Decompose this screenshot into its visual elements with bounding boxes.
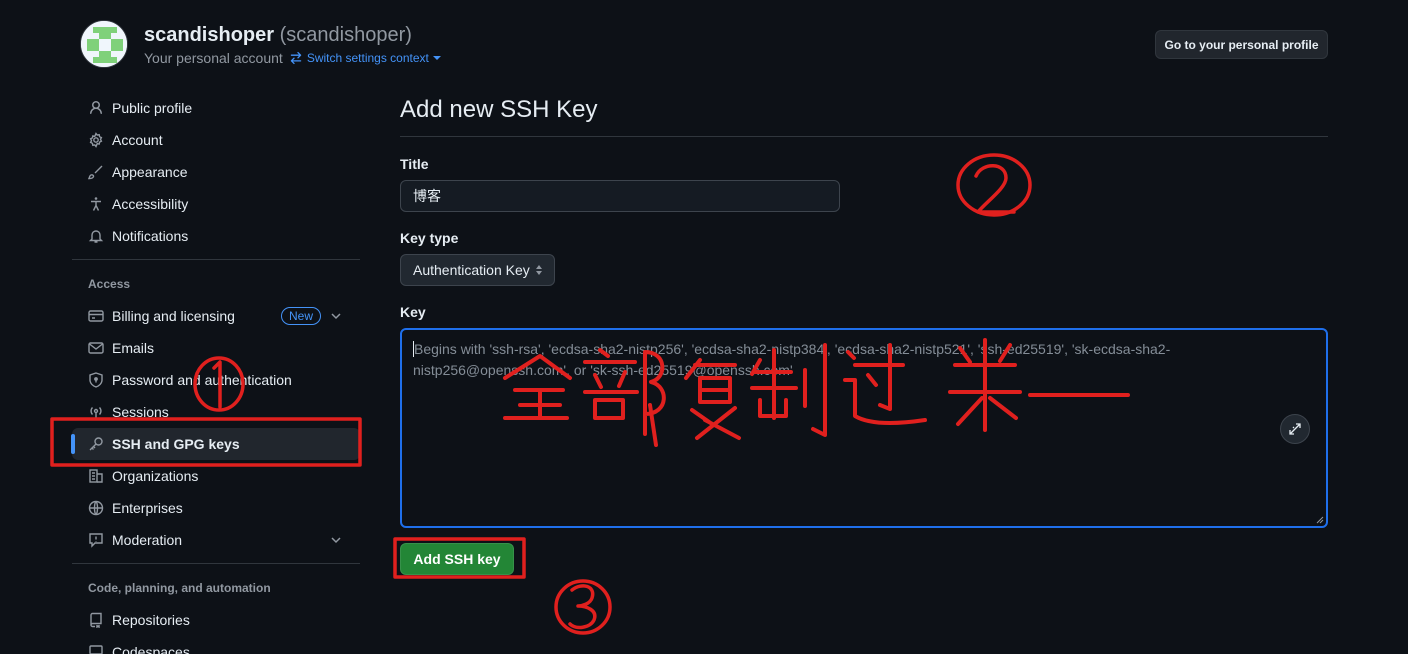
key-type-value: Authentication Key [413,262,530,278]
sidebar-divider [72,563,360,564]
sidebar-item-label: Moderation [112,532,183,548]
sidebar-item-label: Billing and licensing [112,308,235,324]
sidebar-item-label: Public profile [112,100,193,116]
sidebar-item-label: Sessions [112,404,169,420]
settings-sidebar: Public profile Account Appearance Access… [71,92,360,654]
mail-icon [88,340,104,356]
shield-lock-icon [88,372,104,388]
key-label: Key [400,304,426,320]
display-name: scandishoper [144,24,275,46]
chevron-down-icon[interactable] [330,534,342,546]
select-arrows-icon [536,265,542,275]
add-ssh-key-form: Add new SSH Key Title 博客 Key type Authen… [400,96,1328,575]
sidebar-item-label: Accessibility [112,196,189,212]
sidebar-item-label: Notifications [112,228,189,244]
marker-three-drawing [554,579,612,635]
sidebar-item-label: Codespaces [112,644,190,654]
marker-two-drawing [956,153,1032,217]
sidebar-divider [72,259,360,260]
key-icon [88,436,104,452]
sidebar-item-repositories[interactable]: Repositories [72,604,360,636]
avatar[interactable] [80,20,128,68]
sidebar-item-password[interactable]: Password and authentication [72,364,360,396]
sidebar-item-sessions[interactable]: Sessions [72,396,360,428]
sidebar-item-organizations[interactable]: Organizations [72,460,360,492]
account-subtitle: Your personal account Switch settings co… [144,50,441,66]
sidebar-item-label: Password and authentication [112,372,292,388]
gear-icon [88,132,104,148]
sidebar-item-notifications[interactable]: Notifications [72,220,360,252]
title-divider [400,136,1328,137]
title-input[interactable]: 博客 [400,180,840,212]
sidebar-item-codespaces[interactable]: Codespaces [72,636,360,654]
resize-grip-icon[interactable] [1316,516,1324,524]
sidebar-item-enterprises[interactable]: Enterprises [72,492,360,524]
sidebar-item-label: Account [112,132,163,148]
repo-icon [88,612,104,628]
switch-context-link[interactable]: Switch settings context [289,51,441,65]
globe-icon [88,500,104,516]
arrow-switch-icon [290,51,302,65]
switch-context-label: Switch settings context [306,51,429,65]
sidebar-item-account[interactable]: Account [72,124,360,156]
bell-icon [88,228,104,244]
fullscreen-button[interactable] [1280,414,1310,444]
key-textarea[interactable]: Begins with 'ssh-rsa', 'ecdsa-sha2-nistp… [400,328,1328,528]
add-ssh-key-button[interactable]: Add SSH key [400,543,514,575]
broadcast-icon [88,404,104,420]
sidebar-item-emails[interactable]: Emails [72,332,360,364]
key-placeholder: Begins with 'ssh-rsa', 'ecdsa-sha2-nistp… [413,341,1171,378]
sidebar-item-moderation[interactable]: Moderation [72,524,360,556]
new-badge: New [281,307,322,325]
sidebar-item-public-profile[interactable]: Public profile [72,92,360,124]
key-type-label: Key type [400,230,459,246]
page-title: Add new SSH Key [400,96,598,123]
sidebar-item-label: Emails [112,340,155,356]
report-icon [88,532,104,548]
codespaces-icon [88,644,104,654]
go-to-profile-button[interactable]: Go to your personal profile [1155,30,1328,59]
sidebar-heading-code: Code, planning, and automation [88,581,271,595]
accessibility-icon [88,196,104,212]
title-input-value: 博客 [413,188,441,204]
sidebar-item-appearance[interactable]: Appearance [72,156,360,188]
sidebar-heading-access: Access [88,277,131,291]
expand-icon [1289,423,1301,435]
sidebar-item-billing[interactable]: Billing and licensing New [72,300,360,332]
account-type: Your personal account [144,50,283,66]
caret-down-icon [432,56,441,60]
sidebar-item-label: Repositories [112,612,190,628]
sidebar-item-label: Enterprises [112,500,183,516]
account-name: scandishoper (scandishoper) [144,24,412,47]
organization-icon [88,468,104,484]
sidebar-item-accessibility[interactable]: Accessibility [72,188,360,220]
sidebar-item-label: SSH and GPG keys [112,436,240,452]
sidebar-item-label: Appearance [112,164,188,180]
title-label: Title [400,156,429,172]
paintbrush-icon [88,164,104,180]
credit-card-icon [88,308,104,324]
sidebar-item-ssh-gpg-keys[interactable]: SSH and GPG keys [71,428,360,460]
chevron-down-icon[interactable] [330,310,342,322]
key-type-select[interactable]: Authentication Key [400,254,555,286]
sidebar-item-label: Organizations [112,468,199,484]
person-icon [88,100,104,116]
login-name: (scandishoper) [279,24,412,46]
